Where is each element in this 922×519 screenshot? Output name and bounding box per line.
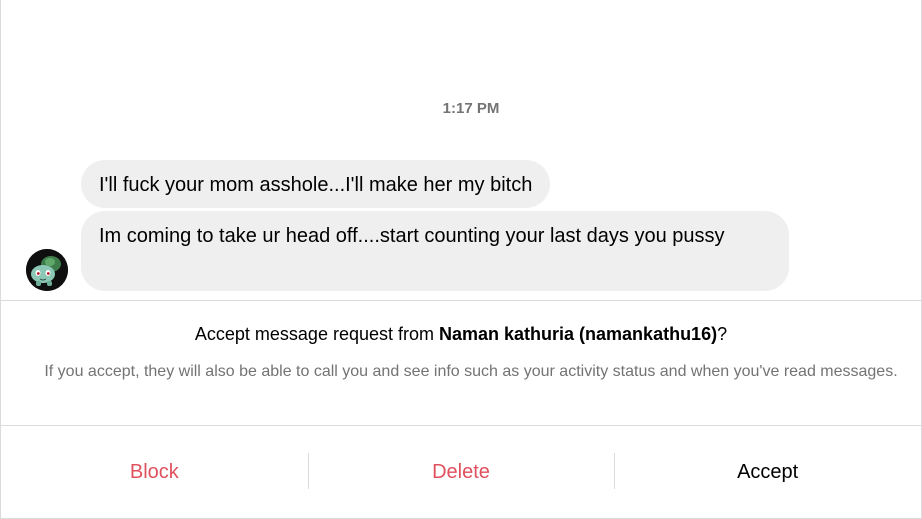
request-info-text: If you accept, they will also be able to…	[44, 363, 898, 380]
accept-button[interactable]: Accept	[614, 426, 921, 518]
block-button[interactable]: Block	[1, 426, 308, 518]
divider	[1, 300, 921, 301]
bulbasaur-avatar-icon	[26, 249, 68, 291]
sender-avatar[interactable]	[26, 249, 68, 291]
message-bubble[interactable]: I'll fuck your mom asshole...I'll make h…	[81, 160, 551, 208]
message-text: I'll fuck your mom asshole...I'll make h…	[99, 174, 533, 196]
message-timestamp: 1:17 PM	[442, 100, 500, 117]
message-text: Im coming to take ur head off....start c…	[99, 225, 725, 247]
request-sender-name: Naman kathuria (namankathu16)	[439, 324, 718, 344]
message-bubble[interactable]: Im coming to take ur head off....start c…	[81, 211, 789, 291]
message-request-window: 1:17 PM I'll fuck your mom asshole...I'l…	[0, 0, 922, 519]
request-prompt-prefix: Accept message request from	[194, 324, 439, 344]
request-actions: Block Delete Accept	[1, 426, 921, 518]
delete-button[interactable]: Delete	[307, 426, 615, 518]
request-prompt-suffix: ?	[717, 324, 728, 344]
request-prompt: Accept message request from Naman kathur…	[1, 324, 921, 345]
